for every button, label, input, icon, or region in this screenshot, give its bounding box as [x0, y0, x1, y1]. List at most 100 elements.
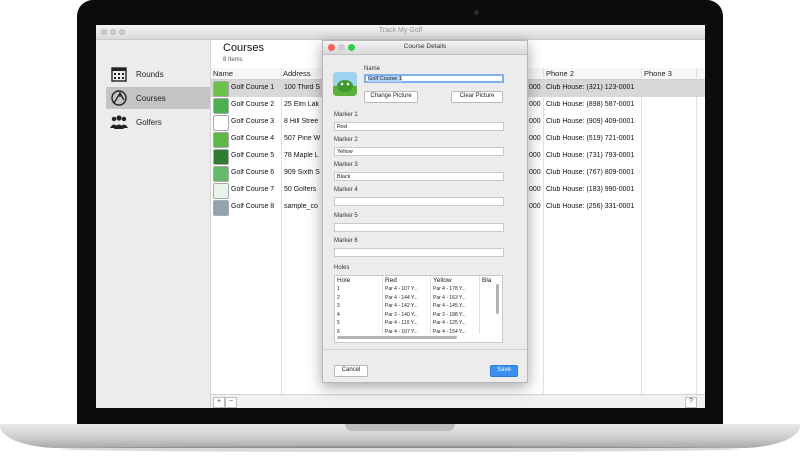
hole-number: 3 [337, 303, 340, 309]
item-count: 8 Items [223, 57, 243, 63]
clear-picture-button[interactable]: Clear Picture [451, 91, 503, 103]
holes-column-hole[interactable]: Hole [337, 277, 350, 284]
holes-divider [382, 276, 383, 334]
hole-number: 2 [337, 294, 340, 301]
course-name-cell: Golf Course 7 [231, 186, 275, 193]
course-thumbnail-icon [213, 115, 229, 131]
hole-number: 6 [337, 328, 340, 335]
phone-cell: 000 [529, 203, 541, 210]
hole-yellow: Par 4 - 125 Y... [433, 320, 466, 326]
column-header-phone2[interactable]: Phone 2 [546, 69, 574, 78]
holes-column-red[interactable]: Red [385, 277, 397, 284]
address-cell: 507 Pine W [284, 135, 320, 142]
camera-dot [474, 10, 479, 15]
add-course-button[interactable]: + [213, 397, 225, 408]
course-icon [110, 89, 128, 107]
hole-red: Par 3 - 140 Y... [385, 311, 418, 318]
course-name-cell: Golf Course 4 [231, 135, 275, 142]
holes-column-yellow[interactable]: Yellow [433, 277, 452, 284]
window-title: Track My Golf [378, 27, 423, 34]
calendar-icon [110, 65, 128, 83]
course-thumbnail-icon [213, 132, 229, 148]
phone2-cell: Club House: (256) 331-0001 [546, 203, 635, 210]
hole-yellow: Par 4 - 154 Y... [433, 328, 466, 335]
laptop-notch [345, 424, 455, 431]
hole-red: Par 4 - 142 Y... [385, 303, 418, 309]
marker-1-field[interactable]: Red [334, 122, 504, 131]
course-name-value: Golf Course 1 [368, 76, 402, 82]
course-thumbnail-icon [213, 149, 229, 165]
hole-red: Par 4 - 107 Y... [385, 286, 418, 292]
marker-4-label: Marker 4 [334, 187, 358, 193]
hole-yellow: Par 4 - 145 Y... [433, 303, 466, 309]
holes-horizontal-scrollbar[interactable] [337, 336, 457, 339]
address-cell: 100 Third S [284, 84, 320, 91]
column-header-name[interactable]: Name [213, 69, 233, 78]
save-button[interactable]: Save [490, 365, 518, 377]
phone2-cell: Club House: (183) 990-0001 [546, 186, 635, 193]
hole-yellow: Par 4 - 163 Y... [433, 294, 466, 301]
sidebar-item-label: Courses [136, 93, 166, 103]
column-header-address[interactable]: Address [283, 69, 311, 78]
phone-cell: 000 [529, 118, 541, 125]
phone2-cell: Club House: (909) 409-0001 [546, 118, 635, 125]
holes-label: Holes [334, 265, 350, 271]
phone2-cell: Club House: (898) 587-0001 [546, 101, 635, 108]
hole-red: Par 4 - 107 Y... [385, 328, 418, 335]
sidebar-item-courses[interactable]: Courses [106, 87, 210, 109]
course-name-cell: Golf Course 3 [231, 118, 275, 125]
marker-2-label: Marker 2 [334, 137, 358, 143]
column-header-phone3[interactable]: Phone 3 [644, 69, 672, 78]
phone-cell: 000 [529, 135, 541, 142]
change-picture-button[interactable]: Change Picture [364, 91, 418, 103]
name-label: Name [364, 66, 381, 72]
phone2-cell: Club House: (731) 793-0001 [546, 152, 635, 159]
sidebar-item-label: Golfers [136, 117, 162, 127]
marker-5-label: Marker 5 [334, 213, 358, 219]
page-title: Courses [223, 42, 264, 54]
hole-number: 5 [337, 320, 340, 326]
sidebar-item-golfers[interactable]: Golfers [106, 111, 210, 133]
marker-4-field[interactable] [334, 197, 504, 206]
phone2-cell: Club House: (519) 721-0001 [546, 135, 635, 142]
course-name-cell: Golf Course 1 [231, 84, 275, 91]
hole-yellow: Par 3 - 188 Y... [433, 311, 466, 318]
course-name-cell: Golf Course 6 [231, 169, 275, 176]
course-thumbnail-icon [213, 98, 229, 114]
holes-table[interactable]: Hole Red Yellow Bla 1 Par 4 - 107 Y... Par… [334, 275, 503, 343]
cancel-button[interactable]: Cancel [334, 365, 368, 377]
course-thumbnail-icon [213, 200, 229, 216]
dialog-titlebar: Course Details [323, 41, 527, 55]
address-cell: 8 Hill Stree [284, 118, 319, 125]
marker-5-field[interactable] [334, 223, 504, 232]
phone-cell: 000 [529, 169, 541, 176]
holes-vertical-scrollbar[interactable] [496, 284, 499, 314]
main-window-titlebar: Track My Golf [96, 25, 705, 40]
course-name-cell: Golf Course 5 [231, 152, 275, 159]
course-name-field[interactable]: Golf Course 1 [364, 74, 504, 83]
address-cell: 909 Sixth S [284, 169, 320, 176]
course-details-dialog: Course Details Name Golf Course 1 Change… [322, 40, 528, 383]
list-bottom-bar: + − ? [211, 394, 705, 408]
address-cell: 50 Golfers [284, 186, 317, 193]
hole-number: 4 [337, 311, 340, 318]
address-cell: 78 Maple L [284, 152, 319, 159]
holes-divider [479, 276, 480, 334]
dialog-title: Course Details [403, 43, 447, 50]
marker-6-field[interactable] [334, 248, 504, 257]
course-thumbnail-icon [213, 166, 229, 182]
phone-cell: 000 [529, 84, 541, 91]
marker-3-field[interactable]: Black [334, 172, 504, 181]
phone-cell: 000 [529, 186, 541, 193]
sidebar-item-rounds[interactable]: Rounds [106, 63, 210, 85]
course-name-cell: Golf Course 2 [231, 101, 275, 108]
holes-column-black[interactable]: Bla [482, 277, 491, 284]
phone-cell: 000 [529, 152, 541, 159]
remove-course-button[interactable]: − [225, 397, 237, 408]
hole-yellow: Par 4 - 178 Y... [433, 286, 466, 292]
phone2-cell: Club House: (767) 809-0001 [546, 169, 635, 176]
sidebar: Rounds Courses Golfers [96, 40, 211, 408]
marker-2-field[interactable]: Yellow [334, 147, 504, 156]
help-button[interactable]: ? [685, 397, 697, 408]
people-icon [110, 113, 128, 131]
